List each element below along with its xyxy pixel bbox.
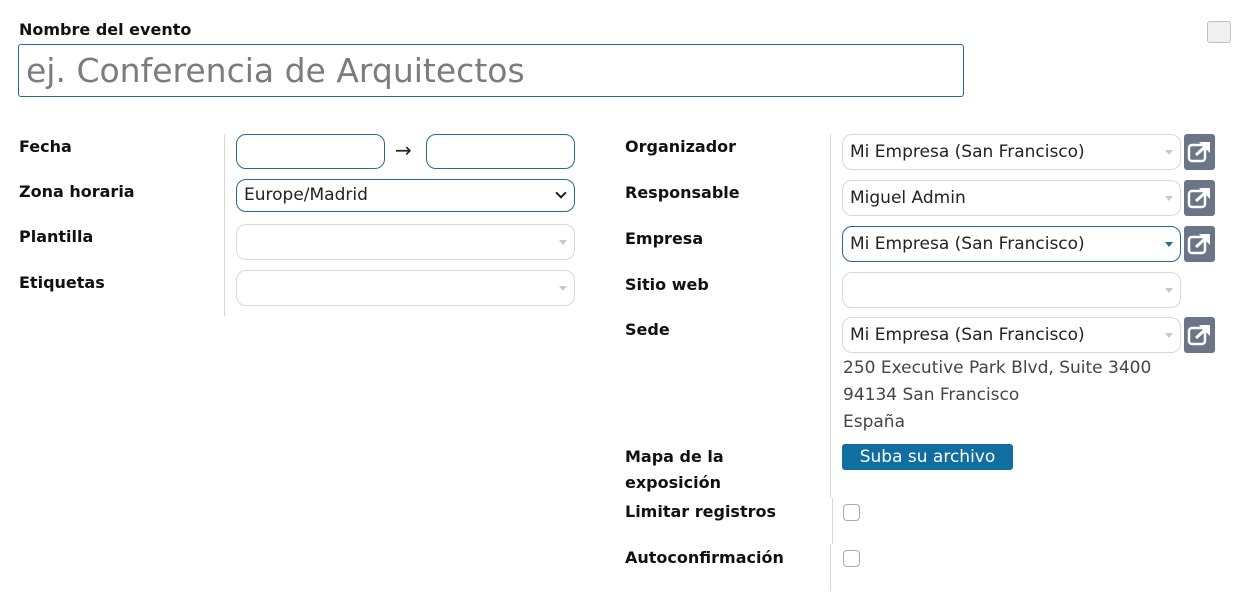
timezone-select[interactable]: Europe/Madrid — [236, 179, 575, 212]
right-separator-3 — [830, 544, 831, 591]
venue-value: Mi Empresa (San Francisco) — [850, 325, 1085, 345]
end-date-input[interactable] — [426, 134, 575, 169]
arrow-right-icon: → — [395, 138, 412, 162]
autoconfirm-label: Autoconfirmación — [625, 548, 784, 567]
responsible-select[interactable]: Miguel Admin — [842, 180, 1181, 216]
company-label: Empresa — [625, 229, 704, 248]
caret-down-icon — [559, 286, 567, 291]
venue-external-link-button[interactable] — [1184, 317, 1215, 353]
company-select[interactable]: Mi Empresa (San Francisco) — [842, 226, 1181, 262]
timezone-label: Zona horaria — [19, 182, 135, 201]
responsible-value: Miguel Admin — [850, 188, 966, 208]
date-label: Fecha — [19, 137, 72, 156]
organizer-value: Mi Empresa (San Francisco) — [850, 142, 1085, 162]
template-select[interactable] — [236, 224, 575, 260]
chevron-down-icon — [555, 187, 567, 199]
company-external-link-button[interactable] — [1184, 226, 1215, 262]
venue-label: Sede — [625, 320, 670, 339]
venue-address-line3: España — [843, 412, 905, 432]
autoconfirm-checkbox[interactable] — [843, 550, 860, 567]
timezone-value: Europe/Madrid — [244, 185, 368, 205]
event-name-label: Nombre del evento — [19, 20, 192, 39]
limit-registrations-checkbox[interactable] — [843, 504, 860, 521]
external-link-icon — [1187, 188, 1210, 209]
right-separator-2 — [832, 498, 833, 544]
map-label-line2: exposición — [625, 473, 721, 492]
event-name-input[interactable] — [18, 44, 964, 97]
start-date-input[interactable] — [236, 134, 385, 169]
external-link-icon — [1187, 142, 1210, 163]
organizer-select[interactable]: Mi Empresa (San Francisco) — [842, 134, 1181, 170]
website-select[interactable] — [842, 272, 1181, 308]
caret-down-icon — [1165, 242, 1173, 247]
external-link-icon — [1187, 325, 1210, 346]
caret-down-icon — [1165, 288, 1173, 293]
company-value: Mi Empresa (San Francisco) — [850, 234, 1085, 254]
top-right-checkbox[interactable] — [1207, 21, 1231, 43]
caret-down-icon — [1165, 150, 1173, 155]
right-separator — [830, 134, 831, 498]
responsible-label: Responsable — [625, 183, 740, 202]
caret-down-icon — [1165, 333, 1173, 338]
upload-file-button[interactable]: Suba su archivo — [842, 444, 1013, 470]
tags-label: Etiquetas — [19, 273, 105, 292]
tags-select[interactable] — [236, 270, 575, 306]
venue-address-line2: 94134 San Francisco — [843, 385, 1020, 405]
caret-down-icon — [559, 240, 567, 245]
event-form: Nombre del evento Fecha Zona horaria Pla… — [0, 0, 1239, 601]
caret-down-icon — [1165, 196, 1173, 201]
external-link-icon — [1187, 234, 1210, 255]
left-separator — [224, 134, 225, 316]
organizer-external-link-button[interactable] — [1184, 134, 1215, 170]
venue-address-line1: 250 Executive Park Blvd, Suite 3400 — [843, 358, 1152, 378]
limit-registrations-label: Limitar registros — [625, 502, 776, 521]
website-label: Sitio web — [625, 275, 709, 294]
responsible-external-link-button[interactable] — [1184, 180, 1215, 216]
map-label-line1: Mapa de la — [625, 447, 724, 466]
venue-select[interactable]: Mi Empresa (San Francisco) — [842, 317, 1181, 353]
template-label: Plantilla — [19, 227, 94, 246]
organizer-label: Organizador — [625, 137, 737, 156]
